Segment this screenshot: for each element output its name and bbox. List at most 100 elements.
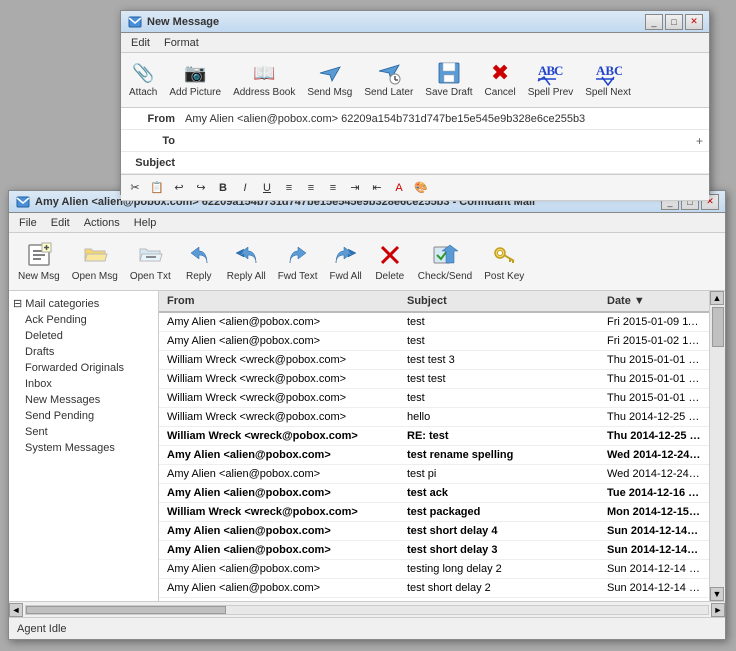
spell-next-button[interactable]: ABC Spell Next <box>583 57 633 100</box>
email-row[interactable]: Amy Alien <alien@pobox.com>test piWed 20… <box>159 465 709 484</box>
attach-icon: 📎 <box>129 59 157 87</box>
new-msg-icon <box>23 239 55 271</box>
align-left-button[interactable]: ≡ <box>279 178 299 198</box>
open-msg-button[interactable]: Open Msg <box>69 237 121 284</box>
post-key-button[interactable]: Post Key <box>481 237 527 284</box>
delete-button[interactable]: Delete <box>371 237 409 284</box>
hscroll-thumb[interactable] <box>26 606 226 614</box>
compose-minimize-button[interactable]: _ <box>645 14 663 30</box>
sidebar-section-mail[interactable]: ⊟ Mail categories <box>9 295 158 312</box>
sidebar-item-new-messages[interactable]: New Messages <box>9 392 158 408</box>
scroll-thumb[interactable] <box>712 307 724 347</box>
check-send-button[interactable]: Check/Send <box>415 237 475 284</box>
cancel-button[interactable]: ✖ Cancel <box>483 57 518 100</box>
email-subject: test <box>403 314 603 330</box>
menu-edit[interactable]: Edit <box>45 215 76 231</box>
email-date: Sun 2014-12-14 05:46:01 PM <box>603 542 705 558</box>
compose-menu-format[interactable]: Format <box>158 35 205 51</box>
open-txt-button[interactable]: Open Txt <box>127 237 174 284</box>
sidebar-item-sent[interactable]: Sent <box>9 424 158 440</box>
add-picture-button[interactable]: 📷 Add Picture <box>167 57 223 100</box>
email-subject: test pi <box>403 466 603 482</box>
font-color-button[interactable]: A <box>389 178 409 198</box>
indent-button[interactable]: ⇥ <box>345 178 365 198</box>
scroll-down-button[interactable]: ▼ <box>710 587 724 601</box>
email-row[interactable]: Amy Alien <alien@pobox.com>test rename s… <box>159 446 709 465</box>
cut-button[interactable]: ✂ <box>125 178 145 198</box>
menu-help[interactable]: Help <box>128 215 163 231</box>
email-row[interactable]: William Wreck <wreck@pobox.com>test pack… <box>159 503 709 522</box>
highlight-button[interactable]: 🎨 <box>411 178 431 198</box>
email-row[interactable]: Amy Alien <alien@pobox.com>testFri 2015-… <box>159 313 709 332</box>
header-from[interactable]: From <box>163 293 403 309</box>
reply-icon <box>183 239 215 271</box>
compose-menu-edit[interactable]: Edit <box>125 35 156 51</box>
email-subject: test rename spelling <box>403 447 603 463</box>
header-date[interactable]: Date ▼ <box>603 293 705 309</box>
send-msg-button[interactable]: Send Msg <box>305 57 354 100</box>
copy-button[interactable]: 📋 <box>147 178 167 198</box>
email-row[interactable]: Amy Alien <alien@pobox.com>test ackTue 2… <box>159 484 709 503</box>
new-msg-button[interactable]: New Msg <box>15 237 63 284</box>
email-from: Amy Alien <alien@pobox.com> <box>163 599 403 601</box>
subject-label: Subject <box>121 155 181 171</box>
compose-fields: From Amy Alien <alien@pobox.com> 62209a1… <box>121 108 709 175</box>
email-row[interactable]: Amy Alien <alien@pobox.com>testFri 2015-… <box>159 332 709 351</box>
email-row[interactable]: William Wreck <wreck@pobox.com>test test… <box>159 370 709 389</box>
header-subject[interactable]: Subject <box>403 293 603 309</box>
reply-button[interactable]: Reply <box>180 237 218 284</box>
send-later-button[interactable]: Send Later <box>362 57 415 100</box>
email-row[interactable]: William Wreck <wreck@pobox.com>test test… <box>159 351 709 370</box>
to-plus-button[interactable]: + <box>690 132 709 150</box>
reply-all-button[interactable]: Reply All <box>224 237 269 284</box>
subject-field[interactable] <box>181 155 709 171</box>
sidebar-item-drafts[interactable]: Drafts <box>9 344 158 360</box>
email-date: Fri 2015-01-02 10:11:51 PM <box>603 333 705 349</box>
save-draft-button[interactable]: Save Draft <box>423 57 474 100</box>
compose-maximize-button[interactable]: □ <box>665 14 683 30</box>
undo-button[interactable]: ↩ <box>169 178 189 198</box>
sidebar-item-forwarded-originals[interactable]: Forwarded Originals <box>9 360 158 376</box>
attach-button[interactable]: 📎 Attach <box>127 57 159 100</box>
outdent-button[interactable]: ⇤ <box>367 178 387 198</box>
scroll-up-button[interactable]: ▲ <box>710 291 724 305</box>
underline-button[interactable]: U <box>257 178 277 198</box>
menu-actions[interactable]: Actions <box>78 215 126 231</box>
sidebar-item-deleted[interactable]: Deleted <box>9 328 158 344</box>
vertical-scrollbar[interactable]: ▲ ▼ <box>709 291 725 601</box>
svg-text:ABC: ABC <box>538 63 563 78</box>
to-label: To <box>121 133 181 149</box>
email-row[interactable]: William Wreck <wreck@pobox.com>testThu 2… <box>159 389 709 408</box>
horizontal-scrollbar[interactable]: ◄ ► <box>9 601 725 617</box>
fwd-all-button[interactable]: Fwd All <box>327 237 365 284</box>
sidebar-item-send-pending[interactable]: Send Pending <box>9 408 158 424</box>
email-row[interactable]: William Wreck <wreck@pobox.com>helloThu … <box>159 408 709 427</box>
align-center-button[interactable]: ≡ <box>301 178 321 198</box>
sidebar-item-ack-pending[interactable]: Ack Pending <box>9 312 158 328</box>
bold-button[interactable]: B <box>213 178 233 198</box>
fwd-text-button[interactable]: Fwd Text <box>275 237 321 284</box>
email-row[interactable]: Amy Alien <alien@pobox.com>test delay on… <box>159 598 709 601</box>
main-body: ⊟ Mail categories Ack Pending Deleted Dr… <box>9 291 725 601</box>
check-send-icon <box>429 239 461 271</box>
email-row[interactable]: Amy Alien <alien@pobox.com>test short de… <box>159 541 709 560</box>
email-row[interactable]: Amy Alien <alien@pobox.com>test short de… <box>159 579 709 598</box>
align-right-button[interactable]: ≡ <box>323 178 343 198</box>
email-row[interactable]: William Wreck <wreck@pobox.com>RE: testT… <box>159 427 709 446</box>
scroll-right-button[interactable]: ► <box>711 603 725 617</box>
scroll-left-button[interactable]: ◄ <box>9 603 23 617</box>
email-row[interactable]: Amy Alien <alien@pobox.com>testing long … <box>159 560 709 579</box>
address-book-button[interactable]: 📖 Address Book <box>231 57 297 100</box>
compose-close-button[interactable]: ✕ <box>685 14 703 30</box>
sidebar-item-inbox[interactable]: Inbox <box>9 376 158 392</box>
email-date: Mon 2014-12-15 02:12:47 AM <box>603 504 705 520</box>
spell-prev-button[interactable]: ABC Spell Prev <box>526 57 576 100</box>
menu-file[interactable]: File <box>13 215 43 231</box>
redo-button[interactable]: ↪ <box>191 178 211 198</box>
sidebar-item-system-messages[interactable]: System Messages <box>9 440 158 456</box>
spell-prev-icon: ABC <box>536 59 564 87</box>
email-date: Sun 2014-12-14 05:05:10 PM <box>603 599 705 601</box>
italic-button[interactable]: I <box>235 178 255 198</box>
email-row[interactable]: Amy Alien <alien@pobox.com>test short de… <box>159 522 709 541</box>
to-field[interactable] <box>181 133 690 149</box>
